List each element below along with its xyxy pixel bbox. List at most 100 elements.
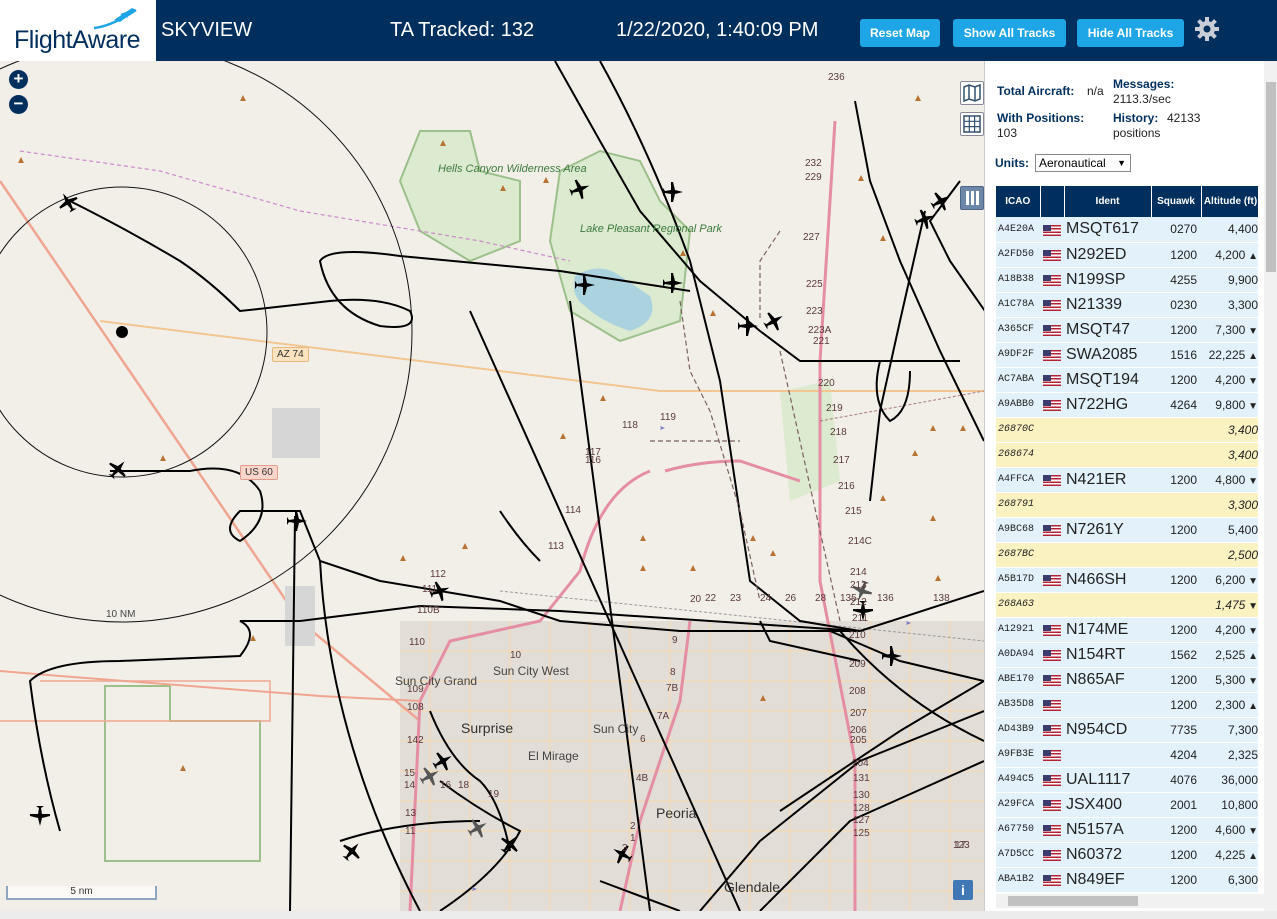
aircraft-icon (930, 192, 950, 211)
vertical-scrollbar[interactable] (1264, 61, 1277, 911)
us-flag-icon (1043, 349, 1061, 361)
column-header-squawk[interactable]: Squawk (1151, 186, 1202, 217)
surprise-label: Surprise (461, 720, 514, 736)
us-flag-icon (1043, 274, 1061, 286)
flightaware-logo[interactable]: FlightAware (0, 0, 156, 61)
flag-cell (1040, 767, 1064, 793)
receiver-site-marker[interactable] (116, 326, 128, 338)
flag-cell (1040, 417, 1064, 443)
table-row[interactable]: A7D5CC N60372 1200 4,225 ▲ (996, 842, 1258, 868)
table-row[interactable]: ABA1B2 N849EF 1200 6,300 (996, 867, 1258, 893)
columns-toggle-button[interactable] (960, 186, 984, 210)
altitude-cell: 4,200 ▼ (1201, 617, 1258, 643)
table-row[interactable]: A18B38 N199SP 4255 9,900 (996, 267, 1258, 293)
squawk-cell: 2001 (1151, 792, 1201, 818)
map-grid-button[interactable] (960, 112, 984, 136)
hells-canyon-label: Hells Canyon Wilderness Area (438, 163, 587, 175)
flag-cell (1040, 692, 1064, 718)
column-header-icao[interactable]: ICAO (996, 186, 1041, 217)
squawk-cell: 1200 (1151, 667, 1201, 693)
messages-label: Messages: (1113, 77, 1175, 91)
icao-cell: A9FB3E (996, 742, 1040, 768)
altitude-cell: 3,400 (1201, 442, 1258, 468)
table-row[interactable]: A9FB3E 4204 2,325 (996, 742, 1258, 768)
table-row[interactable]: 26870C 3,400 (996, 417, 1258, 443)
table-row[interactable]: AC7ABA MSQT194 1200 4,200 ▼ (996, 367, 1258, 393)
table-row[interactable]: AB35D8 1200 2,300 ▲ (996, 692, 1258, 718)
route-number-label: 11 (405, 826, 416, 837)
route-number-label: 3 (622, 843, 628, 854)
squawk-cell: 1200 (1151, 567, 1201, 593)
table-row[interactable]: A9DF2F SWA2085 1516 22,225 ▲ (996, 342, 1258, 368)
table-row[interactable]: A2FD50 N292ED 1200 4,200 ▲ (996, 242, 1258, 268)
squawk-cell: 4076 (1151, 767, 1201, 793)
column-header-altitude[interactable]: Altitude (ft) (1201, 186, 1258, 217)
route-number-label: 135 (840, 593, 857, 604)
us-flag-icon (1043, 249, 1061, 261)
range-ring-10nm (0, 61, 413, 623)
railroad (819, 390, 984, 422)
reset-map-button[interactable]: Reset Map (860, 19, 940, 47)
table-row[interactable]: A9BC68 N7261Y 1200 5,400 (996, 517, 1258, 543)
table-row[interactable]: AD43B9 N954CD 7735 7,300 (996, 717, 1258, 743)
table-row[interactable]: 268A63 1,475 ▼ (996, 592, 1258, 618)
route-number-label: 10 (510, 650, 522, 661)
tracked-count: TA Tracked: 132 (390, 19, 535, 41)
altitude-cell: 22,225 ▲ (1201, 342, 1258, 368)
hide-all-tracks-button[interactable]: Hide All Tracks (1077, 19, 1184, 47)
table-row[interactable]: ABE170 N865AF 1200 5,300 ▼ (996, 667, 1258, 693)
map-view[interactable]: Hells Canyon Wilderness Area Lake Pleasa… (0, 61, 984, 911)
altitude-cell: 4,225 ▲ (1201, 842, 1258, 868)
table-row[interactable]: 2687BC 2,500 (996, 542, 1258, 568)
zoom-in-button[interactable]: + (9, 70, 28, 89)
route-number-label: 223A (808, 325, 832, 336)
table-row[interactable]: A5B17D N466SH 1200 6,200 ▼ (996, 567, 1258, 593)
ident-cell (1064, 592, 1151, 618)
icao-cell: A494C5 (996, 767, 1040, 793)
squawk-cell: 4264 (1151, 392, 1201, 418)
column-header-flag[interactable] (1040, 186, 1065, 217)
logo-text: FlightAware (14, 26, 141, 54)
route-number-label: 8 (670, 667, 676, 678)
altitude-cell: 7,300 (1201, 717, 1258, 743)
scrollbar-thumb[interactable] (1008, 896, 1138, 906)
table-row[interactable]: A12921 N174ME 1200 4,200 ▼ (996, 617, 1258, 643)
table-row[interactable]: A9ABB0 N722HG 4264 9,800 ▼ (996, 392, 1258, 418)
column-header-ident[interactable]: Ident (1064, 186, 1152, 217)
altitude-trend-icon: ▲ (1245, 250, 1258, 262)
table-row[interactable]: A4FFCA N421ER 1200 4,800 ▼ (996, 467, 1258, 493)
table-row[interactable]: A494C5 UAL1117 4076 36,000 (996, 767, 1258, 793)
glendale-label: Glendale (724, 879, 781, 895)
route-number-label: 118 (622, 420, 638, 431)
route-number-label: 219 (826, 403, 843, 414)
table-row[interactable]: 268791 3,300 (996, 492, 1258, 518)
table-row[interactable]: A4E20A MSQT617 0270 4,400 (996, 217, 1258, 243)
altitude-cell: 2,300 ▲ (1201, 692, 1258, 718)
map-layers-button[interactable] (960, 81, 984, 105)
table-row[interactable]: A29FCA JSX400 2001 10,800 (996, 792, 1258, 818)
info-button[interactable]: i (953, 880, 973, 900)
units-select[interactable]: Aeronautical ▼ (1035, 154, 1131, 172)
table-row[interactable]: A0DA94 N154RT 1562 2,525 ▲ (996, 642, 1258, 668)
table-header-row: ICAO Ident Squawk Altitude (ft) (996, 186, 1258, 217)
table-row[interactable]: A365CF MSQT47 1200 7,300 ▼ (996, 317, 1258, 343)
hells-canyon-park-area (398, 130, 521, 263)
table-row[interactable]: A67750 N5157A 1200 4,600 ▼ (996, 817, 1258, 843)
scale-bar: 5 nm (6, 886, 157, 900)
aircraft-icon (30, 806, 50, 826)
table-row[interactable]: A1C78A N21339 0230 3,300 (996, 292, 1258, 318)
aircraft-table-container[interactable]: ICAO Ident Squawk Altitude (ft) A4E20A MS… (996, 186, 1258, 893)
table-row[interactable]: A4E569 12002,900 (996, 892, 1258, 893)
route-number-label: 218 (830, 427, 847, 438)
zoom-out-button[interactable]: − (9, 95, 28, 114)
scrollbar-thumb[interactable] (1266, 82, 1276, 272)
us-flag-icon (1043, 749, 1061, 761)
ident-cell: N722HG (1064, 392, 1151, 418)
horizontal-scrollbar[interactable] (996, 894, 1264, 908)
ident-cell: N5157A (1064, 817, 1151, 843)
gear-icon[interactable] (1194, 16, 1220, 42)
us-flag-icon (1043, 649, 1061, 661)
show-all-tracks-button[interactable]: Show All Tracks (953, 19, 1066, 47)
table-row[interactable]: 268674 3,400 (996, 442, 1258, 468)
squawk-cell: 1200 (1151, 467, 1201, 493)
